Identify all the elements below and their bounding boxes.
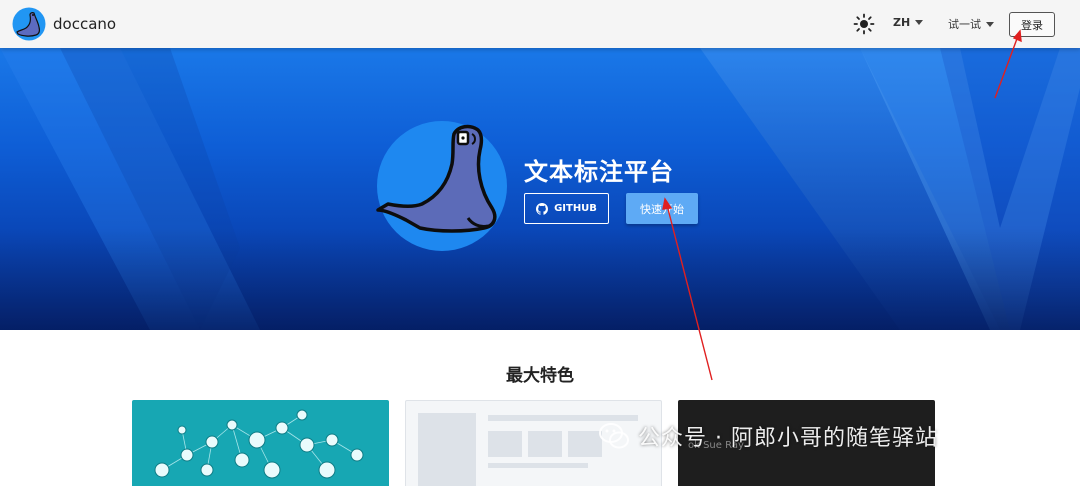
watermark: 公众号 · 阿郎小哥的随笔驿站 bbox=[598, 420, 938, 452]
hero-background-shapes bbox=[0, 48, 1080, 330]
app-name: doccano bbox=[53, 15, 117, 33]
try-menu-button[interactable]: 试一试 bbox=[948, 16, 994, 32]
chevron-down-icon bbox=[986, 21, 994, 27]
brand-link[interactable]: doccano bbox=[12, 7, 116, 41]
chevron-down-icon bbox=[915, 20, 924, 25]
app-bar: doccano ZH 试一试 登录 bbox=[0, 0, 1080, 48]
features-title: 最大特色 bbox=[506, 366, 574, 386]
feature-card-network bbox=[132, 400, 389, 486]
login-button[interactable]: 登录 bbox=[1009, 12, 1055, 37]
github-icon bbox=[536, 202, 549, 215]
language-menu-button[interactable]: ZH bbox=[893, 16, 924, 29]
hero-banner: 文本标注平台 GITHUB 快速开始 bbox=[0, 48, 1080, 330]
github-button[interactable]: GITHUB bbox=[524, 193, 609, 224]
language-label: ZH bbox=[893, 16, 911, 29]
watermark-text: 公众号 · 阿郎小哥的随笔驿站 bbox=[638, 426, 938, 451]
try-label: 试一试 bbox=[948, 18, 981, 31]
people-network-illustration-icon bbox=[154, 409, 364, 479]
doccano-logo-icon bbox=[12, 7, 46, 41]
hero-title: 文本标注平台 bbox=[524, 158, 674, 186]
wechat-icon bbox=[599, 423, 629, 449]
github-label: GITHUB bbox=[554, 203, 597, 214]
theme-toggle-sun-icon[interactable] bbox=[853, 13, 875, 35]
doccano-seal-logo-icon bbox=[376, 121, 507, 251]
quick-start-button[interactable]: 快速开始 bbox=[626, 193, 698, 224]
page: doccano ZH 试一试 登录 文本标注平台 GITHUB 快速开始 最大特… bbox=[0, 0, 1080, 486]
